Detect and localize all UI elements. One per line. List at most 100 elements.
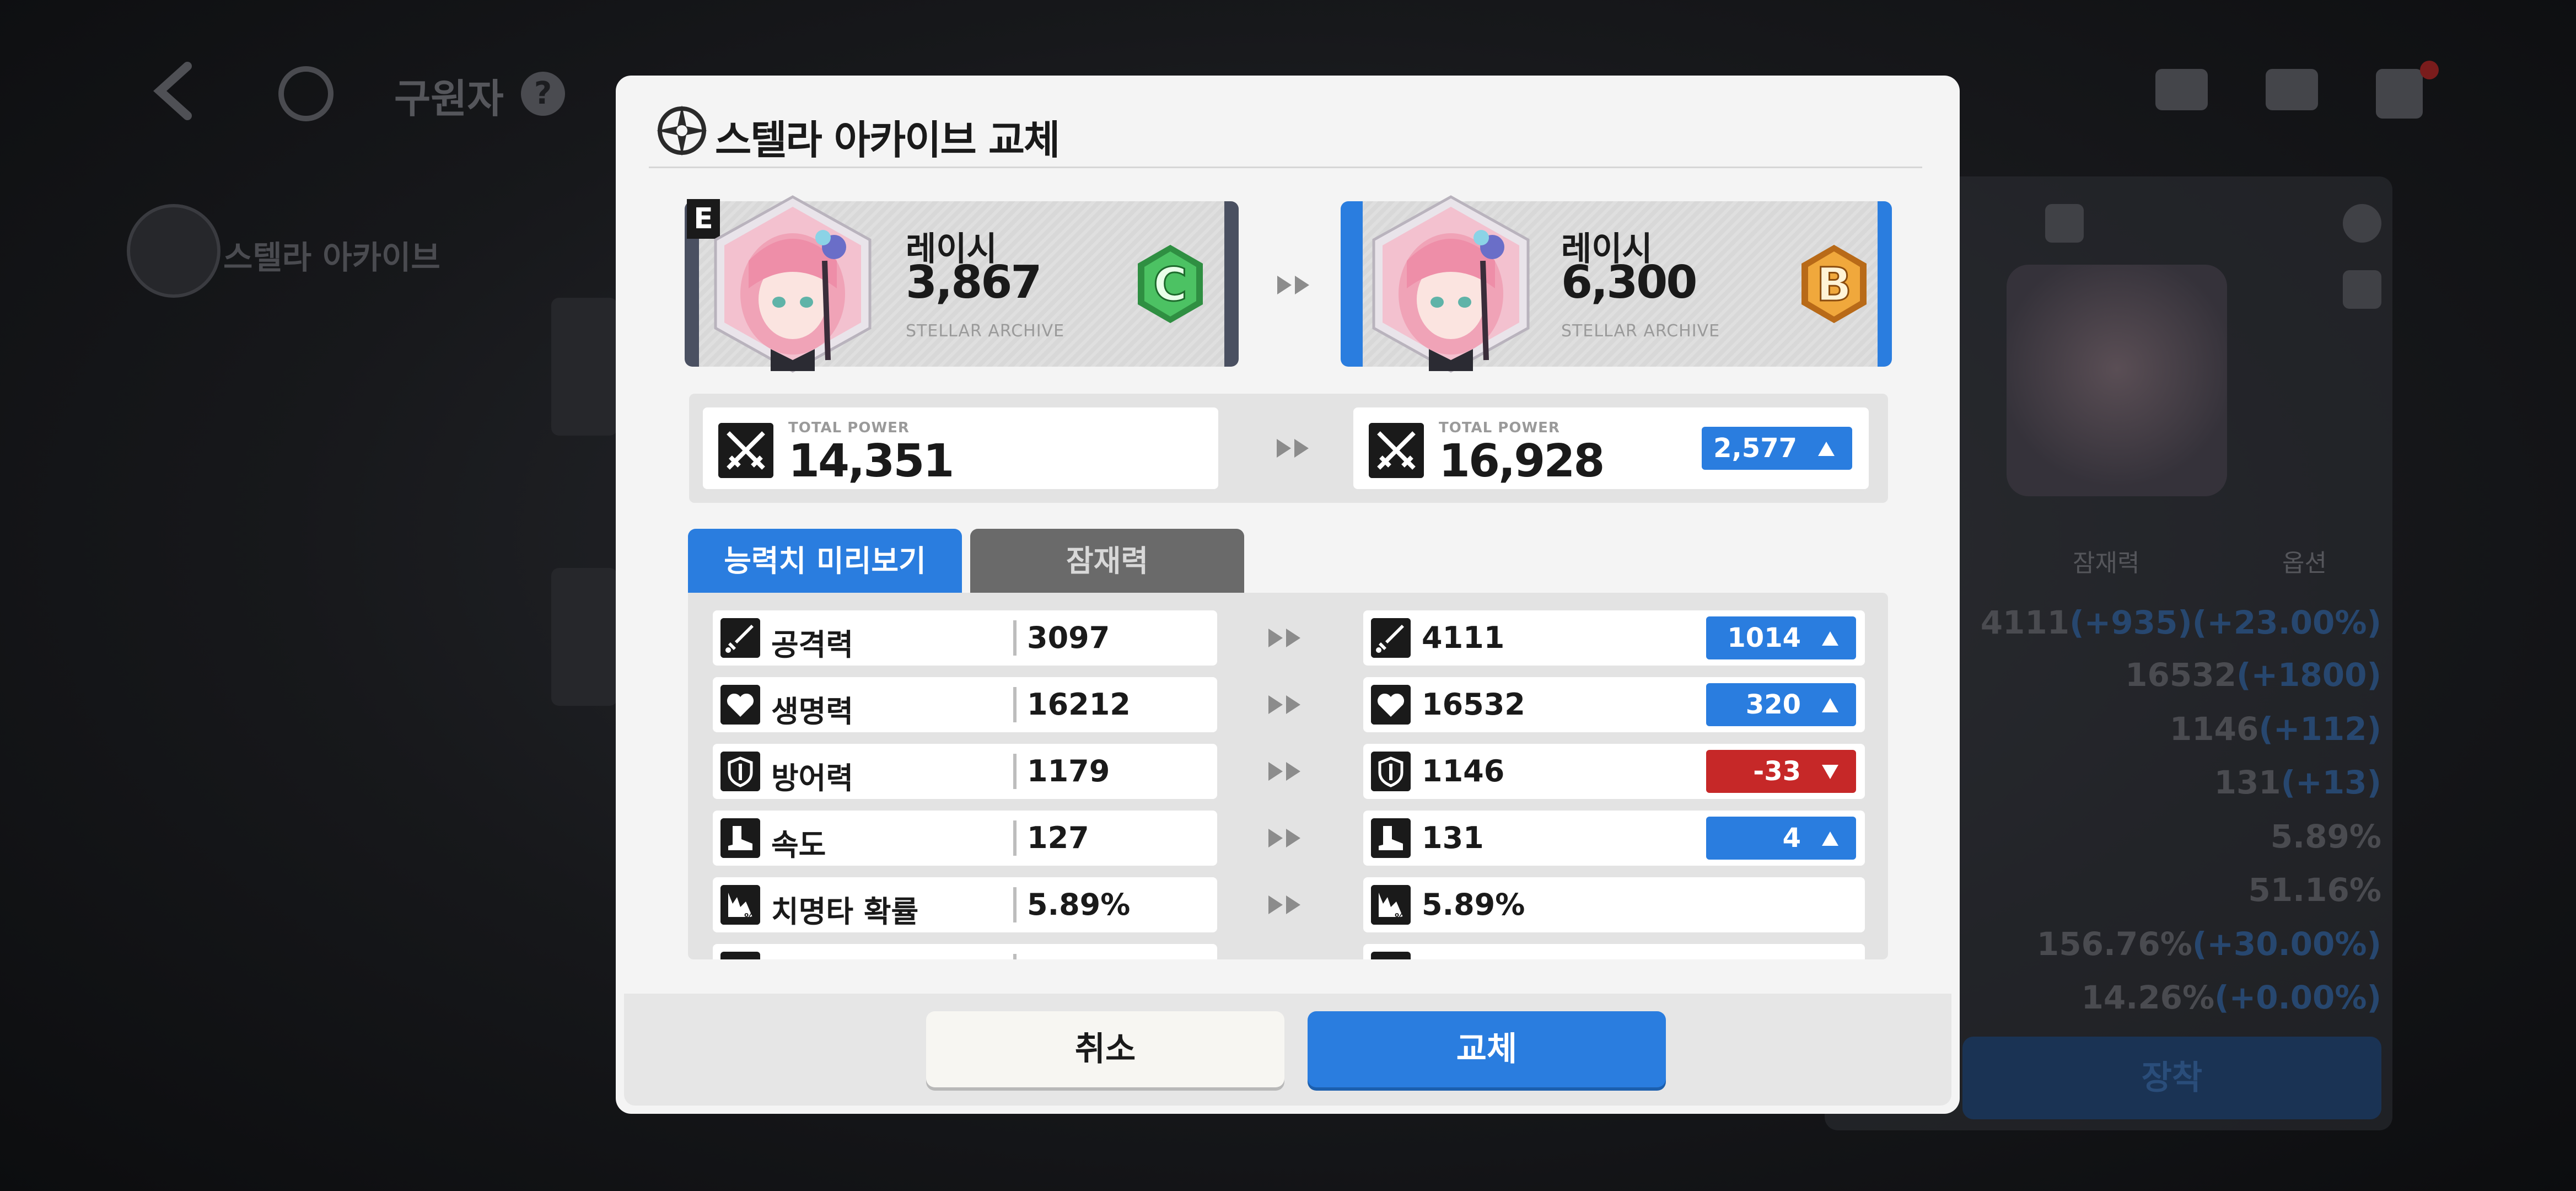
heart-icon [720, 685, 760, 725]
cancel-button[interactable]: 취소 [926, 1011, 1284, 1087]
stat-row-crit-rate: % 치명타 확률 5.89% % 5.89% [713, 877, 1865, 932]
dialog-title: 스텔라 아카이브 교체 [715, 117, 1060, 163]
bg-stat-row: 증156.76%(+30.00%) [1902, 925, 2381, 970]
tab-potential[interactable]: 잠재력 [970, 529, 1244, 594]
power-delta-badge: 2,577 [1702, 427, 1852, 470]
swap-confirm-button[interactable]: 교체 [1308, 1011, 1666, 1087]
sidebar-archive-label: 스텔라 아카이브 [223, 239, 440, 276]
stat-icon [1371, 952, 1411, 959]
svg-text:B: B [1816, 257, 1852, 312]
notification-dot [2420, 61, 2439, 79]
total-power-label: TOTAL POWER [1439, 420, 1560, 436]
stat-name: 생명력 [771, 694, 854, 729]
up-triangle-icon [1822, 831, 1838, 846]
lock-icon [2343, 270, 2381, 309]
stat-row-partial [713, 944, 1865, 959]
archive-swap-dialog: 스텔라 아카이브 교체 E 레이시 3,867 STELLAR ARCHIVE … [616, 76, 1960, 1114]
stat-delta-badge: 320 [1706, 683, 1856, 726]
total-power-after: TOTAL POWER 16,928 2,577 [1353, 407, 1869, 489]
bg-header-title: 구원자 [394, 76, 504, 122]
bg-stat-row: 항14.26%(+0.00%) [1902, 979, 2381, 1023]
gear-icon [278, 66, 334, 121]
arrow-right-icon [1264, 824, 1308, 852]
archive-power: 6,300 [1561, 256, 1697, 309]
stat-delta-badge: -33 [1706, 750, 1856, 793]
sidebar-archive-icon [127, 204, 221, 298]
header-divider [649, 167, 1922, 168]
stat-value-after: 1146 [1422, 754, 1505, 788]
stat-name: 방어력 [771, 761, 854, 796]
stat-value-current: 5.89% [1027, 887, 1131, 922]
stat-delta-badge: 4 [1706, 817, 1856, 860]
dialog-header: 스텔라 아카이브 교체 [654, 98, 1922, 164]
stat-row-defense: 방어력 1179 1146 -33 [713, 744, 1865, 799]
arrow-right-icon [1264, 691, 1308, 718]
up-triangle-icon [1822, 698, 1838, 712]
svg-text:%: % [744, 911, 754, 923]
menu-icon [2376, 69, 2423, 119]
stat-value-after: 16532 [1422, 687, 1525, 722]
svg-text:C: C [1153, 257, 1187, 312]
stat-value-after: 4111 [1422, 620, 1505, 655]
bg-portrait [2007, 265, 2227, 496]
arrow-right-icon [1264, 758, 1308, 785]
heart-icon [1371, 685, 1411, 725]
stat-row-hp: 생명력 16212 16532 320 [713, 677, 1865, 732]
archive-subtitle: STELLAR ARCHIVE [1561, 321, 1720, 341]
edit-icon [2045, 204, 2084, 243]
grade-c-icon: C [1138, 245, 1203, 323]
crit-percent-icon: % [1371, 885, 1411, 925]
sword-icon [1371, 618, 1411, 658]
boot-icon [1371, 818, 1411, 858]
arrow-right-icon [1264, 624, 1308, 652]
stat-name: 속도 [771, 828, 826, 862]
up-triangle-icon [1818, 442, 1835, 456]
stat-row-speed: 속도 127 131 4 [713, 811, 1865, 866]
total-power-label: TOTAL POWER [788, 420, 910, 436]
sword-icon [720, 618, 760, 658]
stat-icon [720, 952, 760, 959]
stat-value-current: 16212 [1027, 687, 1131, 722]
bg-equip-button: 장착 [1962, 1037, 2381, 1119]
bg-list-card [551, 568, 617, 706]
archive-subtitle: STELLAR ARCHIVE [906, 321, 1065, 341]
down-triangle-icon [1822, 765, 1838, 779]
candidate-archive-card[interactable]: 레이시 6,300 STELLAR ARCHIVE B [1341, 195, 1892, 373]
stat-name: 공격력 [771, 627, 854, 662]
grade-b-icon: B [1801, 245, 1867, 323]
bg-tab: 잠재력 [2073, 549, 2140, 577]
character-portrait [714, 195, 872, 373]
arrow-right-icon [1272, 434, 1316, 462]
bg-list-card [551, 298, 617, 436]
bg-stat-row: 16532(+1800) [2125, 656, 2381, 694]
info-icon [2343, 204, 2381, 243]
mail-icon [2266, 69, 2318, 110]
shield-icon [1371, 752, 1411, 791]
stat-row-attack: 공격력 3097 4111 1014 [713, 610, 1865, 666]
character-portrait [1372, 195, 1530, 373]
bg-stat-row: 1146(+112) [2169, 710, 2381, 748]
total-power-comparison: TOTAL POWER 14,351 TOTAL POWER 16,928 2,… [689, 394, 1888, 503]
stat-value-current: 1179 [1027, 754, 1110, 788]
stat-comparison-list[interactable]: 공격력 3097 4111 1014 생명력 16212 16532 320 방… [688, 593, 1888, 959]
crit-percent-icon: % [720, 885, 760, 925]
arrow-right-icon [1264, 891, 1308, 919]
svg-text:%: % [1395, 911, 1405, 923]
stat-delta-badge: 1014 [1706, 616, 1856, 659]
boot-icon [720, 818, 760, 858]
bg-tab: 옵션 [2282, 549, 2327, 577]
tab-stat-preview[interactable]: 능력치 미리보기 [688, 529, 962, 594]
stat-value-current: 3097 [1027, 620, 1110, 655]
crossed-swords-icon [718, 423, 773, 478]
bg-stat-row: 131(+13) [2214, 764, 2381, 801]
total-power-value: 16,928 [1439, 435, 1605, 487]
arrow-right-icon [1273, 271, 1317, 299]
help-icon: ? [521, 72, 565, 116]
total-power-value: 14,351 [788, 435, 954, 487]
shield-icon [720, 752, 760, 791]
stat-name: 치명타 확률 [771, 894, 919, 929]
bg-stat-row: 4111(+935)(+23.00%) [1980, 604, 2381, 641]
stat-value-after: 5.89% [1422, 887, 1525, 922]
total-power-current: TOTAL POWER 14,351 [703, 407, 1218, 489]
current-archive-card[interactable]: E 레이시 3,867 STELLAR ARCHIVE C [685, 195, 1239, 373]
